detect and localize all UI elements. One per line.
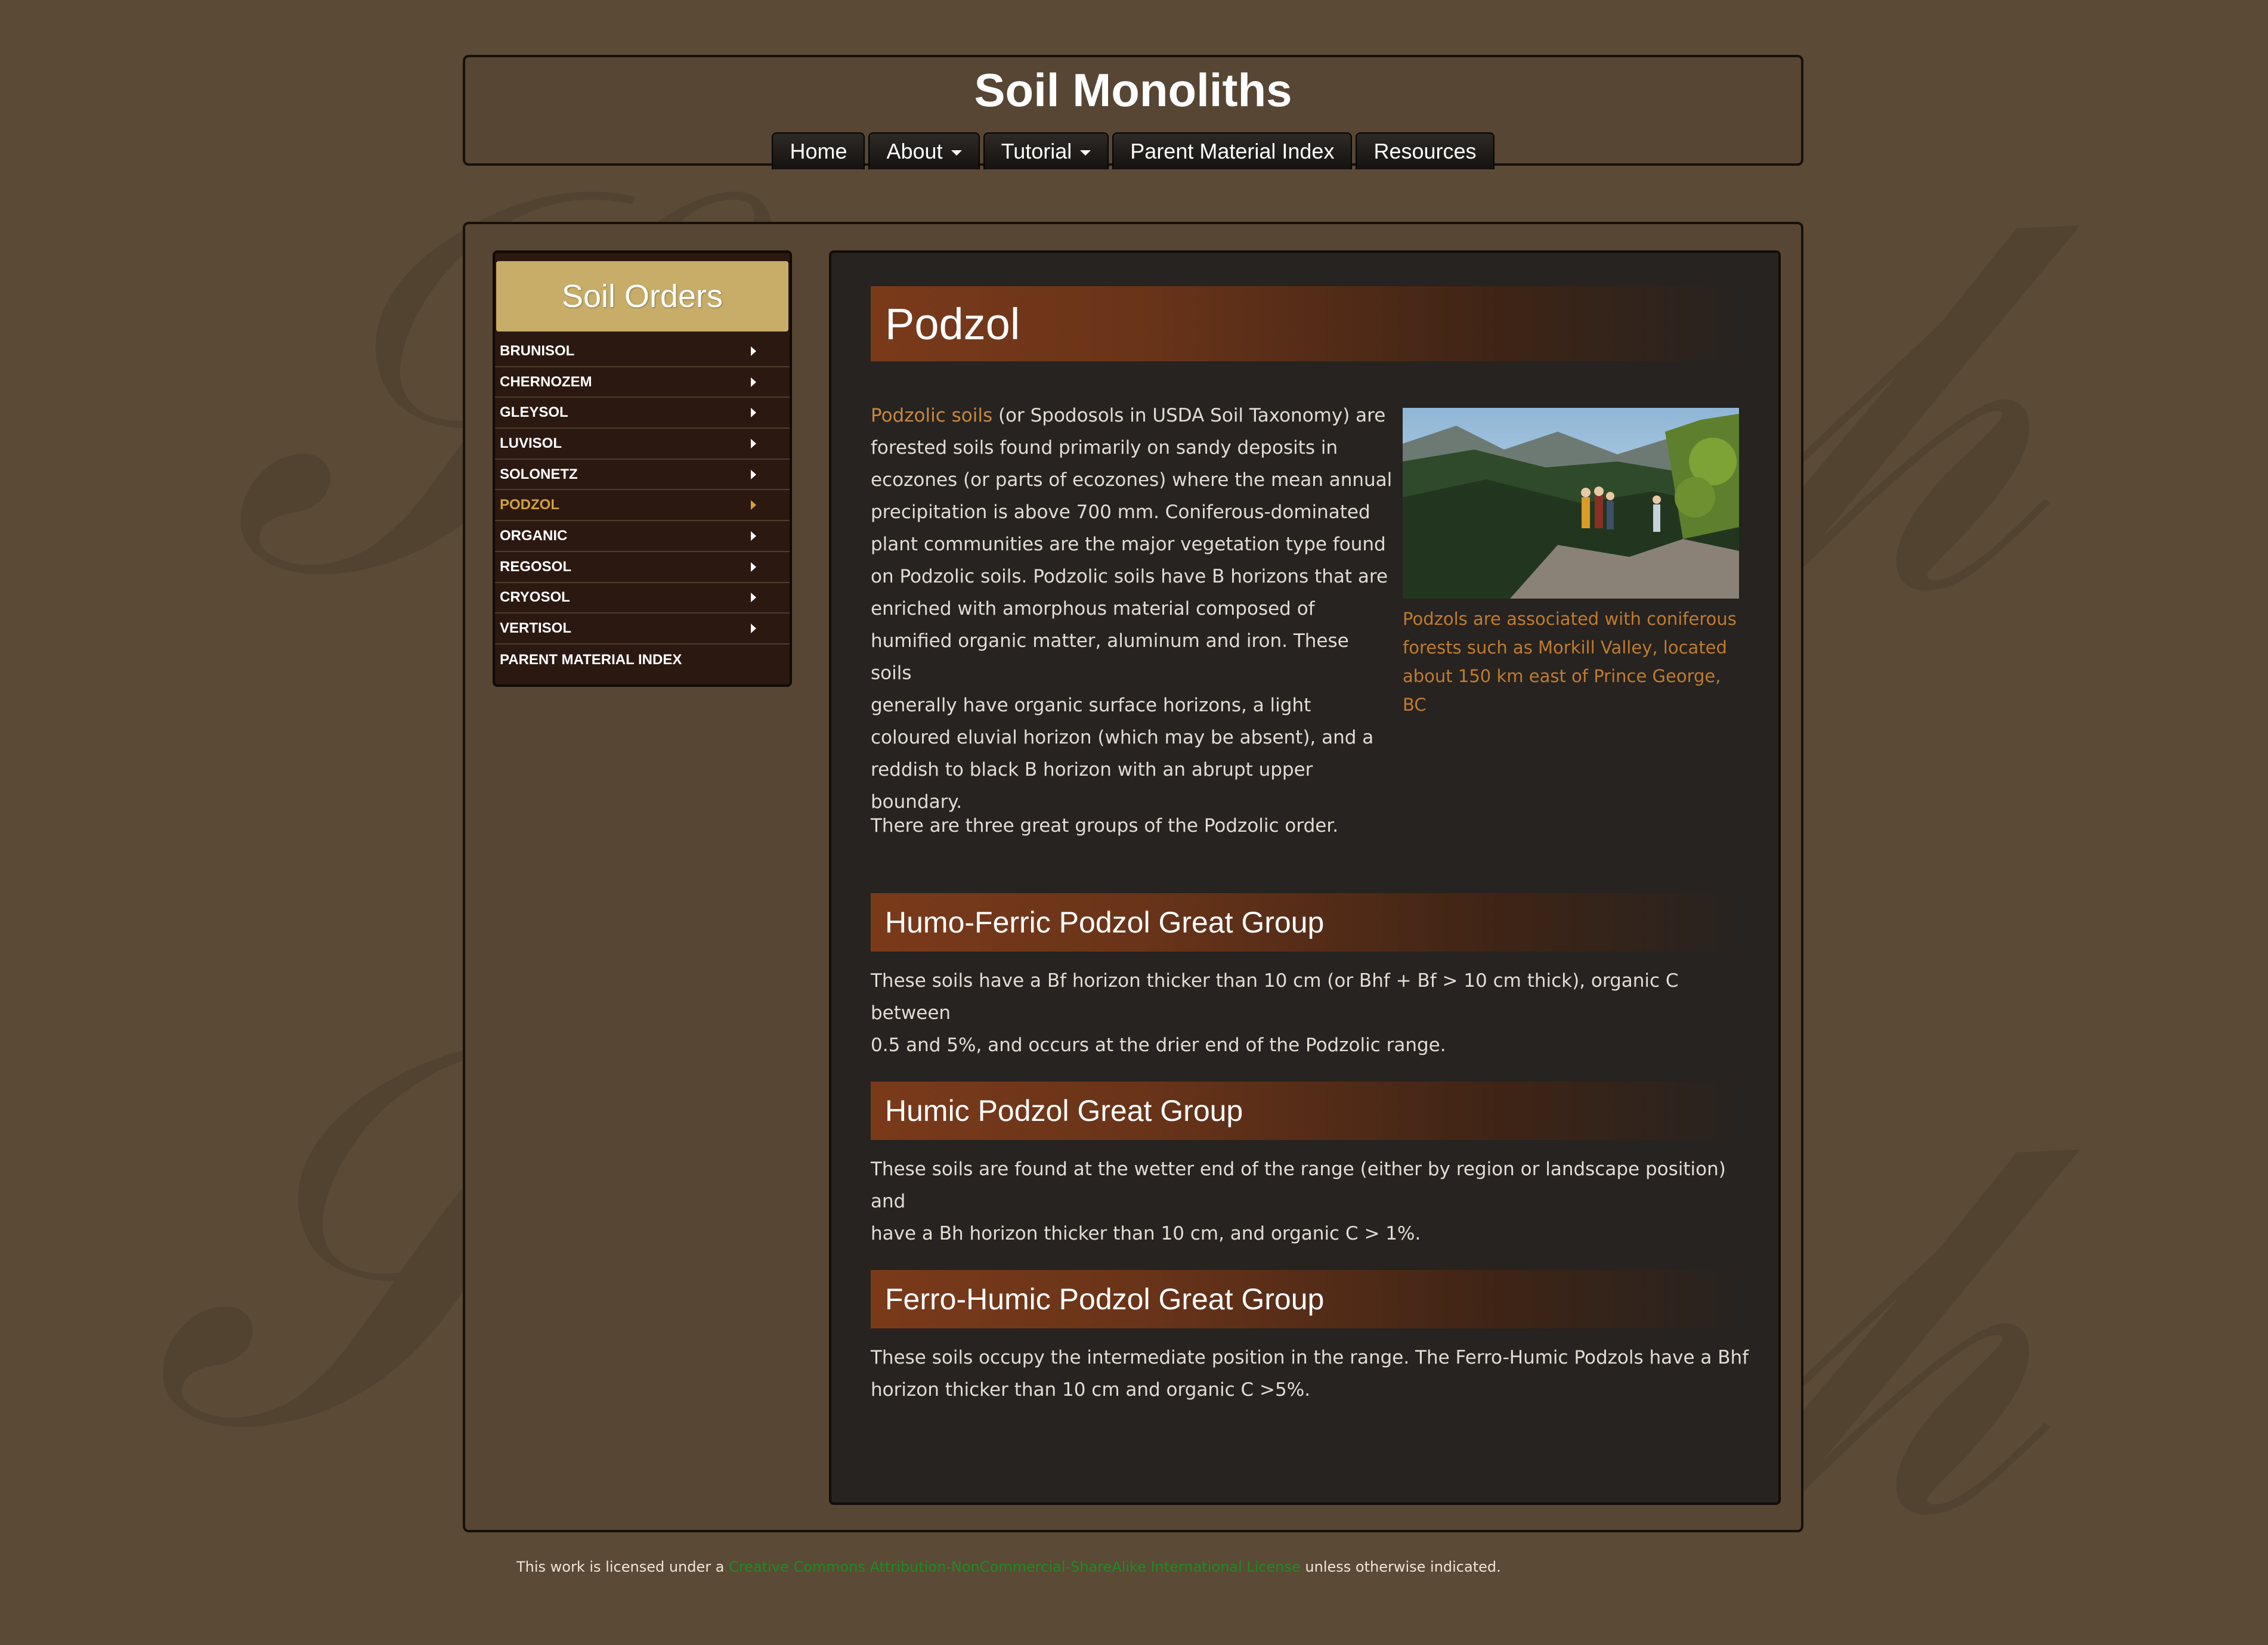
license-footer: This work is licensed under a Creative C… (516, 1559, 1501, 1575)
intro-line: generally have organic surface horizons,… (871, 695, 1311, 716)
intro-line: ecozones (or parts of ecozones) where th… (871, 469, 1393, 491)
arrow-right-icon (751, 624, 756, 634)
main-nav: Home About Tutorial Parent Material Inde… (465, 132, 1801, 169)
caret-down-icon (1080, 150, 1091, 156)
sidebar-item-label: VERTISOL (500, 620, 572, 637)
intro-line: reddish to black B horizon with an abrup… (871, 759, 1313, 780)
nav-about-label: About (886, 139, 943, 163)
caret-down-icon (951, 150, 962, 156)
section-line: These soils occupy the intermediate posi… (871, 1347, 1749, 1368)
site-title[interactable]: Soil Monoliths (465, 63, 1801, 117)
footer-suffix: unless otherwise indicated. (1300, 1559, 1501, 1575)
intro-line: coloured eluvial horizon (which may be a… (871, 727, 1374, 748)
main-container: Soil Orders BRUNISOL CHERNOZEM GLEYSOL L… (463, 222, 1803, 1532)
sidebar-item-cryosol[interactable]: CRYOSOL (495, 583, 790, 614)
sidebar-item-label: GLEYSOL (500, 404, 568, 421)
nav-tutorial[interactable]: Tutorial (983, 132, 1109, 169)
section-line: 0.5 and 5%, and occurs at the drier end … (871, 1034, 1446, 1056)
morkill-valley-photo (1403, 408, 1739, 599)
arrow-right-icon (751, 531, 756, 541)
arrow-right-icon (751, 438, 756, 448)
sidebar-item-solonetz[interactable]: SOLONETZ (495, 459, 790, 491)
section-heading-humo-ferric: Humo-Ferric Podzol Great Group (871, 893, 1751, 952)
section-line: have a Bh horizon thicker than 10 cm, an… (871, 1223, 1421, 1244)
intro-line: on Podzolic soils. Podzolic soils have B… (871, 566, 1388, 587)
sidebar-item-brunisol[interactable]: BRUNISOL (495, 336, 790, 367)
sidebar-item-label: CRYOSOL (500, 589, 570, 606)
section-text-humic: These soils are found at the wetter end … (871, 1153, 1759, 1250)
intro-line: humified organic matter, aluminum and ir… (871, 630, 1349, 684)
nav-tutorial-label: Tutorial (1001, 139, 1072, 163)
sidebar-item-gleysol[interactable]: GLEYSOL (495, 398, 790, 429)
footer-prefix: This work is licensed under a (516, 1559, 729, 1575)
arrow-right-icon (751, 346, 756, 356)
podzolic-soils-link[interactable]: Podzolic soils (871, 405, 992, 426)
great-groups-sentence: There are three great groups of the Podz… (871, 815, 1339, 837)
page-title: Podzol (871, 286, 1751, 361)
nav-home-label: Home (790, 139, 847, 163)
caption-line: forests such as Morkill Valley, located (1403, 637, 1727, 658)
sidebar-item-organic[interactable]: ORGANIC (495, 521, 790, 552)
sidebar-item-label: REGOSOL (500, 558, 572, 575)
sidebar-title: Soil Orders (496, 261, 788, 332)
arrow-right-icon (751, 593, 756, 603)
section-line: These soils are found at the wetter end … (871, 1158, 1726, 1212)
arrow-right-icon (751, 377, 756, 387)
image-caption: Podzols are associated with coniferous f… (1403, 605, 1739, 719)
license-link[interactable]: Creative Commons Attribution-NonCommerci… (729, 1559, 1301, 1575)
sidebar-item-vertisol[interactable]: VERTISOL (495, 614, 790, 645)
nav-resources-label: Resources (1373, 139, 1477, 163)
section-heading-humic: Humic Podzol Great Group (871, 1082, 1751, 1140)
sidebar-item-label: LUVISOL (500, 435, 562, 451)
sidebar-item-label: ORGANIC (500, 527, 568, 544)
intro-paragraph: Podzolic soils (or Spodosols in USDA Soi… (871, 399, 1396, 818)
caption-line: Podzols are associated with coniferous (1403, 609, 1737, 629)
sidebar-item-label: CHERNOZEM (500, 373, 592, 390)
site-header: Soil Monoliths Home About Tutorial Paren… (463, 55, 1803, 169)
intro-line: enriched with amorphous material compose… (871, 598, 1315, 619)
nav-parent-material-index-label: Parent Material Index (1130, 139, 1335, 163)
arrow-right-icon (751, 500, 756, 510)
arrow-right-icon (751, 562, 756, 572)
arrow-right-icon (751, 469, 756, 479)
sidebar-item-label: BRUNISOL (500, 342, 575, 359)
landscape-image (1403, 408, 1739, 599)
sidebar-item-luvisol[interactable]: LUVISOL (495, 429, 790, 460)
nav-resources[interactable]: Resources (1356, 132, 1495, 169)
nav-home[interactable]: Home (772, 132, 865, 169)
sidebar-item-regosol[interactable]: REGOSOL (495, 552, 790, 583)
soil-orders-sidebar: Soil Orders BRUNISOL CHERNOZEM GLEYSOL L… (493, 250, 792, 687)
intro-line: precipitation is above 700 mm. Coniferou… (871, 501, 1370, 523)
caption-line: about 150 km east of Prince George, BC (1403, 666, 1721, 715)
content-panel: Podzol Podzolic soils (or Spodosols in U… (829, 250, 1781, 1505)
sidebar-item-podzol[interactable]: PODZOL (495, 490, 790, 522)
intro-line: Podzolic soils (or Spodosols in USDA Soi… (871, 399, 1396, 432)
sidebar-item-label: PARENT MATERIAL INDEX (500, 651, 682, 668)
intro-line: plant communities are the major vegetati… (871, 534, 1386, 555)
section-heading-ferro-humic: Ferro-Humic Podzol Great Group (871, 1270, 1751, 1328)
sidebar-item-label: SOLONETZ (500, 466, 578, 482)
intro-line-text: (or Spodosols in USDA Soil Taxonomy) are (992, 405, 1386, 426)
nav-parent-material-index[interactable]: Parent Material Index (1112, 132, 1353, 169)
section-line: horizon thicker than 10 cm and organic C… (871, 1379, 1311, 1401)
sidebar-list: BRUNISOL CHERNOZEM GLEYSOL LUVISOL SOLON… (495, 336, 790, 676)
sidebar-item-label: PODZOL (500, 497, 559, 513)
section-line: These soils have a Bf horizon thicker th… (871, 970, 1679, 1024)
intro-line: forested soils found primarily on sandy … (871, 437, 1338, 459)
sidebar-item-parent-material-index[interactable]: PARENT MATERIAL INDEX (495, 644, 790, 676)
arrow-right-icon (751, 408, 756, 418)
section-text-ferro-humic: These soils occupy the intermediate posi… (871, 1342, 1759, 1406)
sidebar-item-chernozem[interactable]: CHERNOZEM (495, 367, 790, 398)
nav-about[interactable]: About (868, 132, 980, 169)
section-text-humo-ferric: These soils have a Bf horizon thicker th… (871, 965, 1759, 1061)
